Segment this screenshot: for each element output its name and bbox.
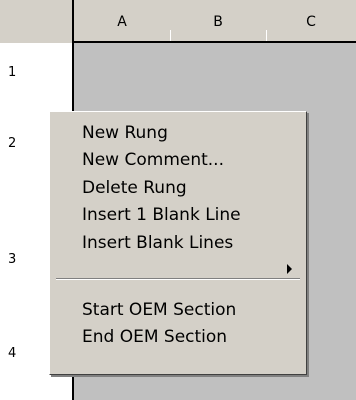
menu-item-new-comment[interactable]: New Comment... (82, 146, 224, 174)
column-header-row: A B C (0, 0, 356, 43)
corner-cell[interactable] (0, 0, 72, 43)
menu-item-end-oem-section[interactable]: End OEM Section (82, 323, 227, 351)
menu-item-start-oem-section[interactable]: Start OEM Section (82, 296, 236, 324)
row-header-3[interactable]: 3 (8, 252, 16, 267)
row-header-2[interactable]: 2 (8, 136, 16, 151)
menu-separator (56, 278, 300, 280)
row-header-1[interactable]: 1 (8, 65, 16, 80)
menu-item-insert-blank-lines[interactable]: Insert Blank Lines (82, 229, 233, 257)
column-header-strip: A B C (74, 0, 356, 43)
menu-item-new-rung[interactable]: New Rung (82, 119, 168, 147)
column-header-b[interactable]: B (170, 0, 266, 41)
column-header-c[interactable]: C (266, 0, 356, 41)
menu-item-delete-rung[interactable]: Delete Rung (82, 174, 187, 202)
column-header-a[interactable]: A (74, 0, 170, 41)
ladder-editor-window: A B C 1 2 3 4 New Rung New Comment... De… (0, 0, 356, 400)
context-menu: New Rung New Comment... Delete Rung Inse… (49, 111, 307, 375)
menu-item-insert-1-blank-line[interactable]: Insert 1 Blank Line (82, 201, 241, 229)
triangle-right-icon (287, 264, 292, 274)
row-header-4[interactable]: 4 (8, 346, 16, 361)
